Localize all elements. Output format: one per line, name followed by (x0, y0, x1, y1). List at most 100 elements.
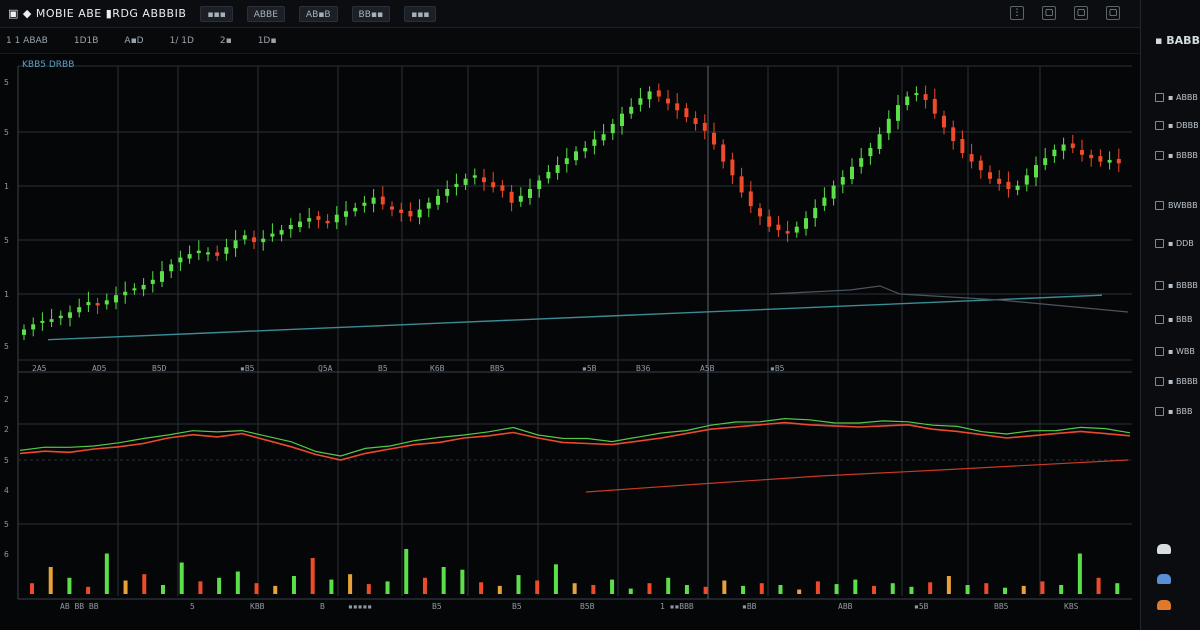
close-icon[interactable]: ▢ (1106, 6, 1120, 20)
candle (344, 211, 348, 217)
candle (822, 197, 827, 206)
candle (298, 221, 302, 228)
volume-bar (516, 575, 521, 594)
volume-bar (535, 580, 540, 594)
price-axis-label: 5 (4, 236, 9, 245)
candle (647, 91, 652, 100)
time-label: BB5 (994, 602, 1009, 611)
chart-area[interactable]: 551515225456 KBB5 DRBB 2A5 AD5 B5D ▪B5 Q5A B5… (0, 54, 1140, 630)
top-button-1[interactable]: ▪▪▪ (200, 5, 233, 22)
volume-bar (928, 582, 933, 594)
volume-bar (647, 583, 652, 594)
top-button-5[interactable]: ▪▪▪ (404, 5, 437, 22)
time-label: Q5A (318, 364, 333, 373)
sidebar-item[interactable]: ▪ BBBB (1155, 372, 1199, 390)
sidebar-item-label: ▪ ABBB (1168, 92, 1198, 102)
sidebar-item[interactable]: ▪ BBB (1155, 402, 1199, 420)
menu-icon[interactable]: ⋮ (1010, 6, 1024, 20)
candle (555, 165, 560, 173)
volume-bar (1115, 583, 1120, 594)
candle (1098, 156, 1103, 162)
price-axis-label: 5 (4, 342, 9, 351)
toolbar-item[interactable]: 1D1B (74, 36, 99, 46)
sidebar-item-label: ▪ BBBB (1168, 150, 1198, 160)
candle (104, 300, 109, 305)
volume-bar (254, 583, 259, 594)
candle (316, 216, 321, 220)
price-chart[interactable]: 551515225456 KBB5 DRBB 2A5 AD5 B5D ▪B5 Q5A B5… (0, 54, 1140, 630)
top-button-4[interactable]: BB▪▪ (351, 5, 391, 22)
candle (896, 105, 900, 121)
candle (1043, 158, 1048, 166)
candle (242, 235, 247, 240)
volume-bar (441, 567, 446, 594)
cloud-icon[interactable] (1157, 600, 1171, 610)
minimize-icon[interactable]: ▢ (1042, 6, 1056, 20)
volume-panel (30, 549, 1120, 594)
volume-bar (572, 583, 577, 594)
volume-bar (86, 586, 91, 594)
candle (1052, 149, 1057, 157)
candle (509, 191, 514, 203)
candle (454, 183, 459, 187)
candle (739, 176, 744, 193)
candle (758, 208, 762, 217)
candle (951, 127, 956, 142)
sidebar-item[interactable]: ▪ DBBB (1155, 116, 1199, 134)
sidebar-item[interactable]: ▪ BBBB (1155, 146, 1199, 164)
toolbar-item[interactable]: 1 1 ABAB (6, 36, 48, 46)
candle (40, 320, 45, 323)
oscillator-axis-label: 2 (4, 395, 9, 404)
volume-bar (853, 579, 858, 594)
sidebar-item-label: BWBBB (1168, 200, 1198, 210)
top-button-2[interactable]: ABBE (246, 5, 285, 22)
candle (1024, 175, 1029, 185)
sidebar-item-label: ▪ BBBB (1168, 376, 1198, 386)
cloud-icon[interactable] (1157, 544, 1171, 554)
volume-bar (909, 586, 914, 594)
sidebar-item-label: ▪ DBBB (1168, 120, 1199, 130)
candle (307, 218, 312, 222)
cloud-icon[interactable] (1157, 574, 1171, 584)
toolbar-item[interactable]: A▪D (124, 36, 143, 46)
candle (141, 284, 146, 290)
top-button-3[interactable]: AB▪B (298, 5, 338, 22)
time-label: ▪▪▪▪▪ (348, 602, 372, 611)
time-label: A5B (700, 364, 715, 373)
candle (804, 218, 808, 229)
candle (601, 134, 606, 141)
volume-bar (460, 569, 465, 594)
candle (997, 178, 1002, 184)
volume-bar (123, 580, 128, 594)
app-title: ▣ ◆ MOBIE ABE ▮RDG ABBBIB (8, 7, 187, 20)
oscillator-axis-label: 6 (4, 550, 9, 559)
candle (528, 189, 532, 198)
maximize-icon[interactable]: ▢ (1074, 6, 1088, 20)
sidebar-item[interactable]: ▪ ABBB (1155, 88, 1199, 106)
candle (408, 210, 413, 217)
sidebar-item[interactable]: BWBBB (1155, 196, 1199, 214)
square-icon (1155, 120, 1164, 130)
symbol-label: KBB5 DRBB (22, 60, 74, 70)
time-label: 5 (190, 602, 195, 611)
candle (1080, 149, 1084, 155)
volume-bar (666, 577, 671, 594)
sidebar-item[interactable]: ▪ DDB (1155, 234, 1199, 252)
toolbar-item[interactable]: 1D▪ (258, 36, 277, 46)
volume-bar (797, 589, 802, 594)
sidebar-item[interactable]: ▪ WBB (1155, 342, 1199, 360)
volume-bar (553, 564, 558, 594)
candle (252, 237, 256, 243)
toolbar-item[interactable]: 1/ 1D (170, 36, 194, 46)
candle (178, 257, 183, 263)
price-axis-label: 5 (4, 78, 9, 87)
oscillator-axis-label: 5 (4, 456, 9, 465)
sidebar-item[interactable]: ▪ BBBB (1155, 276, 1199, 294)
volume-bar (946, 576, 951, 594)
square-icon (1155, 238, 1164, 248)
candle (399, 209, 404, 213)
candle (592, 139, 597, 146)
toolbar-item[interactable]: 2▪ (220, 36, 232, 46)
sidebar-item[interactable]: ▪ BBB (1155, 310, 1199, 328)
volume-bar (366, 584, 371, 594)
